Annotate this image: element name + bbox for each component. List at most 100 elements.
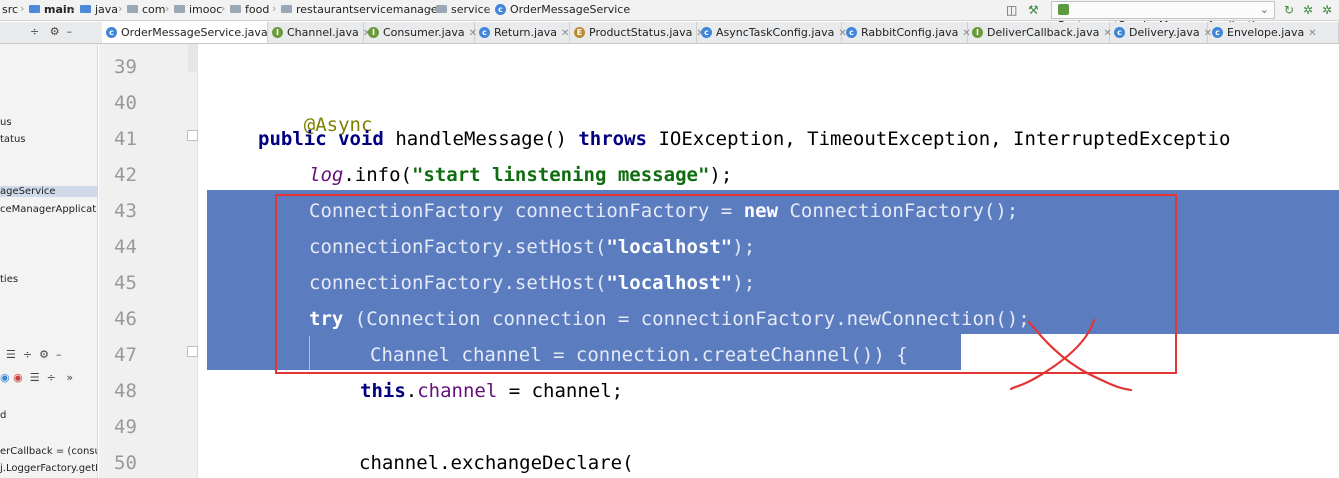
line-number: 40 xyxy=(114,92,137,114)
class-icon: c xyxy=(1114,26,1125,38)
breadcrumb-separator: › xyxy=(428,2,433,15)
folder-icon xyxy=(80,5,91,13)
tab-channel[interactable]: I Channel.java ✕ xyxy=(268,22,371,43)
line-number: 49 xyxy=(114,416,137,438)
line-number: 48 xyxy=(114,380,137,402)
class-icon: c xyxy=(846,26,857,38)
folder-icon xyxy=(29,5,40,13)
structure-filter-toolbar: ◉ ◉ ☰ ÷ » xyxy=(0,371,73,384)
tab-consumer[interactable]: I Consumer.java ✕ xyxy=(364,22,477,43)
package-icon xyxy=(127,5,138,13)
package-icon xyxy=(174,5,185,13)
line-number: 50 xyxy=(114,452,137,474)
gutter-strip xyxy=(188,44,197,72)
line-number: 41 xyxy=(114,128,137,150)
interface-icon: I xyxy=(972,26,983,38)
breadcrumb-separator: › xyxy=(71,2,76,15)
code-editor[interactable]: @Async public void handleMessage() throw… xyxy=(199,44,1339,478)
tree-item[interactable]: ceManagerApplicati xyxy=(0,204,97,215)
code-line-50: channel.exchangeDeclare( xyxy=(359,452,634,474)
collapse-icon[interactable]: ÷ xyxy=(23,348,32,361)
interface-icon: I xyxy=(368,26,379,38)
close-icon[interactable]: ✕ xyxy=(561,28,569,39)
tab-productstatus[interactable]: EProductStatus.java✕ xyxy=(570,22,705,43)
red-cross-mark-icon xyxy=(1009,318,1133,392)
fold-toggle-icon[interactable] xyxy=(187,130,198,141)
tree-item[interactable]: tatus xyxy=(0,134,26,145)
collapse-icon[interactable]: ÷ xyxy=(47,371,56,384)
coverage-icon[interactable]: ✲ xyxy=(1322,3,1332,17)
sort-icon[interactable]: ☰ xyxy=(30,371,40,384)
tab-return[interactable]: c Return.java ✕ xyxy=(475,22,570,43)
line-number: 39 xyxy=(114,56,137,78)
tab-rabbitconfig[interactable]: c RabbitConfig.java ✕ xyxy=(842,22,971,43)
debug-bug-icon[interactable]: ✲ xyxy=(1303,3,1313,17)
breadcrumb-src[interactable]: src xyxy=(2,3,18,16)
tree-item[interactable]: ties xyxy=(0,274,18,285)
class-icon: c xyxy=(479,26,490,38)
package-icon xyxy=(436,5,447,13)
class-icon: c xyxy=(701,26,712,38)
gear-icon[interactable]: ⚙ xyxy=(39,348,49,361)
breadcrumb-restaurantservicemanager[interactable]: restaurantservicemanager xyxy=(281,3,442,16)
line-number: 44 xyxy=(114,236,137,258)
tab-delivercallback[interactable]: I DeliverCallback.java ✕ xyxy=(968,22,1112,43)
project-tree-panel: us tatus ageService ceManagerApplicati t… xyxy=(0,44,98,478)
tab-envelope[interactable]: c Envelope.java ✕ xyxy=(1208,22,1339,43)
sort-icon[interactable]: ☰ xyxy=(6,348,16,361)
minimize-icon[interactable]: – xyxy=(56,348,62,361)
breadcrumb-service[interactable]: service xyxy=(436,3,490,16)
tree-item-selected[interactable]: ageService xyxy=(0,186,97,197)
class-icon: c xyxy=(1212,26,1223,38)
line-number-gutter: 39 40 41 42 43 44 45 46 47 48 49 50 xyxy=(99,44,198,478)
line-number: 42 xyxy=(114,164,137,186)
show-fields-icon[interactable]: ◉ xyxy=(0,371,10,384)
breadcrumb-main[interactable]: main xyxy=(29,3,75,16)
tab-ordermessageservice[interactable]: cOrderMessageService.java✕ xyxy=(102,22,280,43)
package-icon xyxy=(230,5,241,13)
tab-delivery[interactable]: c Delivery.java ✕ xyxy=(1110,22,1212,43)
spring-boot-icon xyxy=(1058,3,1069,15)
enum-icon: E xyxy=(574,26,585,38)
code-line-48: this.channel = channel; xyxy=(360,380,624,402)
navigation-bar: src › main › java › com › imooc › food ›… xyxy=(0,0,1339,32)
interface-icon: I xyxy=(272,26,283,38)
editor-tab-bar: ÷ ⚙ – cOrderMessageService.java✕ IChanne… xyxy=(0,22,1339,44)
chevron-down-icon: ⌄ xyxy=(1259,3,1269,16)
breadcrumb-food[interactable]: food xyxy=(230,3,269,16)
build-hammer-icon[interactable]: ⚒ xyxy=(1028,3,1039,17)
breadcrumb-separator: › xyxy=(20,2,25,15)
breadcrumb-ordermessageservice[interactable]: c OrderMessageService xyxy=(495,3,630,16)
rerun-icon[interactable]: ↻ xyxy=(1284,3,1294,17)
line-number: 47 xyxy=(114,344,137,366)
more-icon[interactable]: » xyxy=(66,371,73,384)
layout-icon[interactable]: ◫ xyxy=(1006,3,1017,17)
collapse-icon[interactable]: ÷ xyxy=(30,25,39,38)
structure-item[interactable]: j.LoggerFactory.getL xyxy=(0,463,97,474)
breadcrumb-separator: › xyxy=(221,2,226,15)
project-panel-toolbar: ÷ ⚙ – xyxy=(30,25,72,38)
breadcrumb-java[interactable]: java xyxy=(80,3,118,16)
close-icon[interactable]: ✕ xyxy=(1308,28,1316,39)
code-line-42: log.info("start linstening message"); xyxy=(309,164,733,186)
breadcrumb-separator: › xyxy=(486,2,491,15)
tab-asynctaskconfig[interactable]: c AsyncTaskConfig.java ✕ xyxy=(697,22,847,43)
code-line-41: public void handleMessage() throws IOExc… xyxy=(258,128,1231,150)
tree-item[interactable]: us xyxy=(0,117,12,128)
class-icon: c xyxy=(495,3,506,15)
structure-panel-toolbar: ☰ ÷ ⚙ – xyxy=(6,348,61,361)
line-number: 43 xyxy=(114,200,137,222)
show-nonpublic-icon[interactable]: ◉ xyxy=(13,371,23,384)
breadcrumb-imooc[interactable]: imooc xyxy=(174,3,222,16)
breadcrumb-com[interactable]: com xyxy=(127,3,166,16)
gear-icon[interactable]: ⚙ xyxy=(50,25,60,38)
structure-item[interactable]: erCallback = (consur xyxy=(0,446,97,457)
fold-toggle-icon[interactable] xyxy=(187,346,198,357)
class-icon: c xyxy=(106,26,117,38)
package-icon xyxy=(281,5,292,13)
structure-item[interactable]: d xyxy=(0,410,6,421)
breadcrumb-separator: › xyxy=(272,2,277,15)
run-configuration-select[interactable]: RestaurantServiceManagerApplication⌄ xyxy=(1051,1,1275,32)
line-number: 45 xyxy=(114,272,137,294)
minimize-icon[interactable]: – xyxy=(67,25,73,38)
